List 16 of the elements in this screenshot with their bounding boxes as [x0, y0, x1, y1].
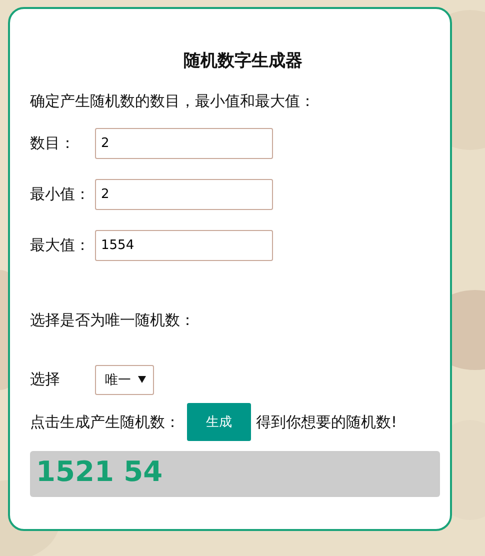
instruction-text: 确定产生随机数的数目，最小值和最大值： [30, 92, 316, 111]
prompt-text: 点击生成产生随机数： [30, 412, 180, 432]
input-field[interactable]: 2 [95, 128, 273, 159]
dropdown[interactable]: 唯一 [95, 364, 154, 394]
input-field[interactable]: 2 [95, 179, 273, 210]
hint-text: 得到你想要的随机数! [256, 412, 398, 432]
field-label: 最小值： [30, 185, 91, 204]
field-label: 最大值： [30, 236, 91, 255]
select-label: 选择 [30, 370, 61, 389]
input-field[interactable]: 1554 [95, 230, 273, 261]
caret-icon [138, 376, 146, 383]
generate-button[interactable]: 生成 [187, 403, 251, 441]
field-label: 数目： [30, 134, 76, 153]
result-display: 1521 54 [30, 451, 440, 497]
page-title: 随机数字生成器 [182, 50, 302, 72]
prompt-text: 选择是否为唯一随机数： [30, 311, 196, 330]
